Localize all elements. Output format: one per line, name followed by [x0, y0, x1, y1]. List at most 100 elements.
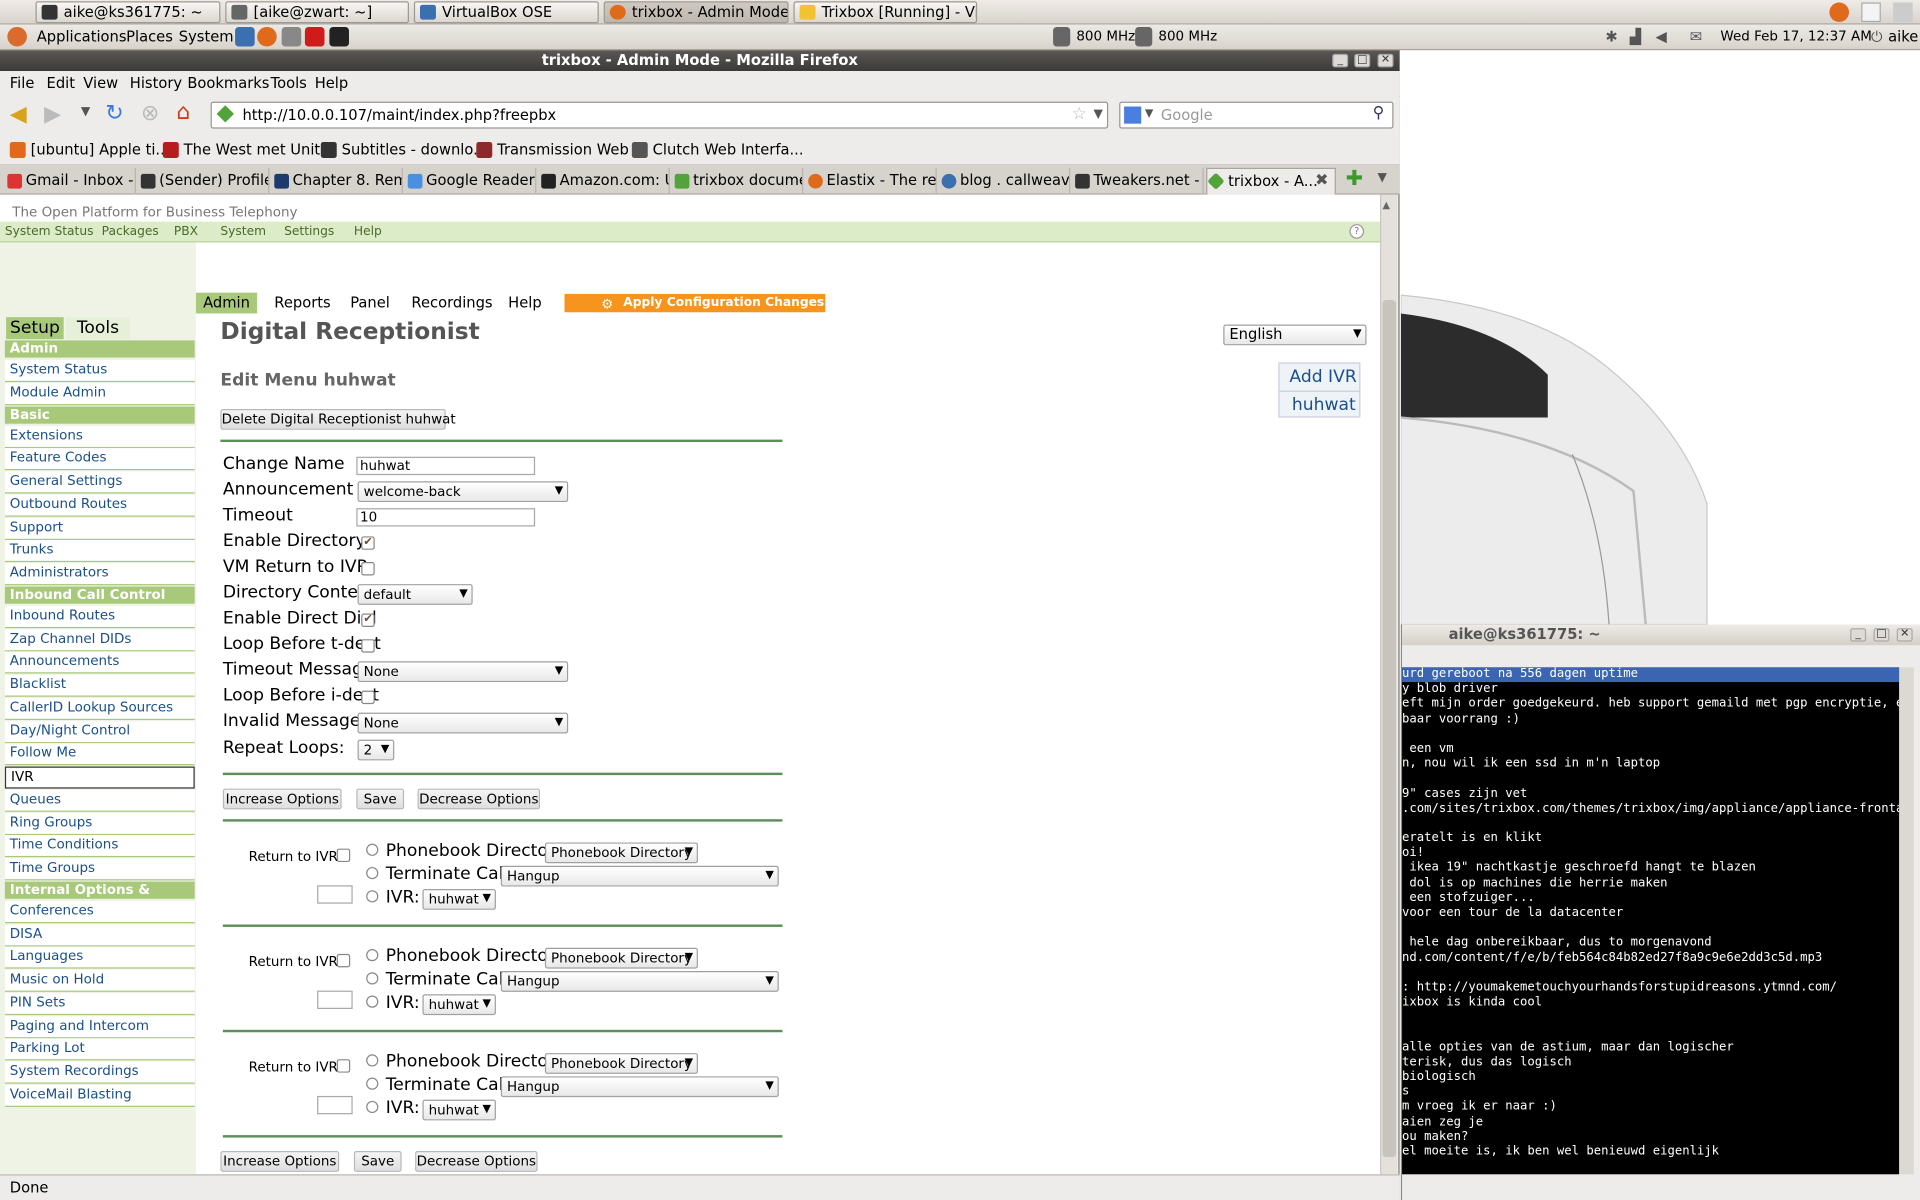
minimize-button[interactable]: _	[1332, 53, 1349, 68]
menu-help[interactable]: Help	[315, 75, 349, 92]
timeout-message-select[interactable]: None ▼	[357, 661, 569, 683]
return-to-ivr-checkbox[interactable]	[336, 953, 351, 968]
sidebar-item-extensions[interactable]: Extensions	[4, 425, 195, 448]
announcement-select[interactable]: welcome-back ▼	[357, 481, 569, 503]
maximize-button[interactable]: □	[1354, 53, 1371, 68]
red-app-launcher-icon[interactable]	[304, 26, 325, 47]
search-engine-dropdown-icon[interactable]: ▼	[1145, 108, 1153, 120]
increase-options-button-bottom[interactable]: Increase Options	[220, 1151, 340, 1172]
sidebar-item-pin-sets[interactable]: PIN Sets	[4, 992, 195, 1015]
tab-chapter[interactable]: Chapter 8. Rem...	[272, 167, 403, 195]
sidebar-item-voicemail-blasting[interactable]: VoiceMail Blasting	[4, 1084, 195, 1107]
tab-amazon[interactable]: Amazon.com: U...	[539, 167, 670, 195]
sidebar-item-general-settings[interactable]: General Settings	[4, 471, 195, 494]
sidebar-item-time-conditions[interactable]: Time Conditions	[4, 835, 195, 858]
tab-list-icon[interactable]: ▼	[1378, 171, 1387, 184]
taskbar-button-trixbox-vm[interactable]: Trixbox [Running] - Vir...	[793, 1, 978, 24]
tab-setup[interactable]: Setup	[6, 317, 64, 340]
nav-system-status[interactable]: System Status	[5, 225, 94, 238]
menu-bookmarks[interactable]: Bookmarks	[187, 75, 269, 92]
menu-file[interactable]: File	[10, 75, 35, 92]
stop-icon[interactable]: ⊗	[141, 100, 159, 126]
sidebar-item-conferences[interactable]: Conferences	[4, 900, 195, 923]
option-digit-input[interactable]	[317, 885, 353, 904]
sidebar-item-trunks[interactable]: Trunks	[4, 540, 195, 563]
return-to-ivr-checkbox[interactable]	[336, 1059, 351, 1073]
url-dropdown-icon[interactable]: ▼	[1093, 108, 1102, 121]
sidebar-item-inbound-routes[interactable]: Inbound Routes	[4, 605, 195, 628]
nav-system[interactable]: System	[220, 225, 266, 238]
increase-options-button[interactable]: Increase Options	[222, 788, 342, 810]
terminal-maximize-button[interactable]: □	[1873, 628, 1890, 642]
phonebook-select[interactable]: Phonebook Directory ▼	[544, 1053, 698, 1074]
phonebook-radio[interactable]	[366, 1054, 379, 1067]
add-ivr-link[interactable]: Add IVR	[1289, 367, 1356, 387]
terminate-radio[interactable]	[366, 972, 379, 985]
sidebar-item-ring-groups[interactable]: Ring Groups	[4, 812, 195, 835]
sidebar-item-announcements[interactable]: Announcements	[4, 651, 195, 674]
ivr-select[interactable]: huhwat ▼	[422, 994, 496, 1016]
terminate-select[interactable]: Hangup ▼	[500, 865, 779, 887]
terminate-radio[interactable]	[366, 866, 379, 880]
taskbar-button-virtualbox[interactable]: VirtualBox OSE	[413, 1, 599, 24]
reload-icon[interactable]: ↻	[105, 100, 123, 126]
close-tab-icon[interactable]: ✖	[1315, 171, 1328, 189]
menu-tools[interactable]: Tools	[271, 75, 307, 92]
vm-return-checkbox[interactable]	[361, 562, 375, 576]
history-dropdown-icon[interactable]: ▼	[81, 105, 90, 118]
tab-callweaver[interactable]: blog . callweaver	[939, 167, 1071, 195]
nav-settings[interactable]: Settings	[284, 225, 334, 238]
phonebook-select[interactable]: Phonebook Directory ▼	[544, 947, 698, 969]
tab-elastix[interactable]: Elastix - The reli...	[806, 167, 937, 195]
applications-menu[interactable]: Applications	[37, 28, 127, 45]
tab-trixbox-admin[interactable]: trixbox - A... ✖	[1206, 167, 1336, 195]
ivr-select[interactable]: huhwat ▼	[422, 888, 496, 910]
terminate-select[interactable]: Hangup ▼	[500, 971, 779, 992]
bookmark-star-icon[interactable]: ☆	[1071, 104, 1086, 124]
tab-gmail[interactable]: Gmail - Inbox - ...	[5, 167, 136, 195]
sidebar-item-disa[interactable]: DISA	[4, 923, 195, 946]
mail-icon[interactable]: ✉	[1690, 28, 1702, 45]
phonebook-radio[interactable]	[366, 948, 379, 962]
menu-edit[interactable]: Edit	[47, 75, 75, 92]
virtualbox-launcher-icon[interactable]	[235, 26, 255, 47]
bookmark-item[interactable]: Transmission Web ...	[476, 141, 647, 158]
timeout-input[interactable]: 10	[356, 508, 536, 527]
sidebar-item-outbound-routes[interactable]: Outbound Routes	[4, 494, 195, 517]
return-to-ivr-checkbox[interactable]	[336, 848, 351, 863]
sidebar-item-blacklist[interactable]: Blacklist	[4, 674, 195, 697]
taskbar-button-terminal-zwart[interactable]: [aike@zwart: ~]	[225, 1, 409, 24]
sidebar-item-parking-lot[interactable]: Parking Lot	[4, 1038, 195, 1061]
directory-context-select[interactable]: default ▼	[357, 584, 473, 605]
sidebar-item-music-on-hold[interactable]: Music on Hold	[4, 969, 195, 992]
volume-icon[interactable]: ◀	[1656, 28, 1667, 45]
ivr-radio[interactable]	[366, 1100, 379, 1114]
save-button[interactable]: Save	[356, 788, 405, 810]
workspace-switcher-icon[interactable]	[1893, 2, 1913, 23]
sidebar-item-feature-codes[interactable]: Feature Codes	[4, 448, 195, 471]
phonebook-select[interactable]: Phonebook Directory ▼	[544, 842, 698, 864]
enable-directory-checkbox[interactable]: ✔	[361, 536, 375, 550]
bookmark-item[interactable]: [ubuntu] Apple ti...	[9, 141, 169, 158]
subnav-admin[interactable]: Admin	[195, 292, 258, 314]
repeat-loops-select[interactable]: 2 ▼	[357, 739, 395, 761]
sidebar-item-queues[interactable]: Queues	[4, 789, 195, 812]
save-button-bottom[interactable]: Save	[353, 1151, 402, 1172]
new-tab-icon[interactable]: ✚	[1346, 167, 1363, 191]
tab-tweakers[interactable]: Tweakers.net - ...	[1073, 167, 1204, 195]
sidebar-item-system-status[interactable]: System Status	[4, 360, 195, 383]
scrollbar-thumb[interactable]	[1382, 300, 1396, 1158]
sidebar-item-paging-and-intercom[interactable]: Paging and Intercom	[4, 1015, 195, 1038]
loop-i-dest-checkbox[interactable]	[361, 690, 375, 705]
ivr-link-huhwat[interactable]: huhwat	[1292, 396, 1356, 416]
clock[interactable]: Wed Feb 17, 12:37 AM	[1720, 28, 1871, 44]
terminal-output[interactable]: urd gereboot na 556 dagen uptime y blob d…	[1402, 667, 1900, 1175]
subnav-reports[interactable]: Reports	[274, 294, 330, 311]
network-icon[interactable]: ▟	[1630, 28, 1641, 45]
tab-google-reader[interactable]: Google Reader	[405, 167, 537, 195]
home-icon[interactable]: ⌂	[176, 99, 190, 125]
google-icon[interactable]	[1124, 106, 1142, 124]
nav-pbx[interactable]: PBX	[174, 225, 198, 238]
subnav-help[interactable]: Help	[508, 294, 542, 311]
terminate-radio[interactable]	[366, 1077, 379, 1090]
